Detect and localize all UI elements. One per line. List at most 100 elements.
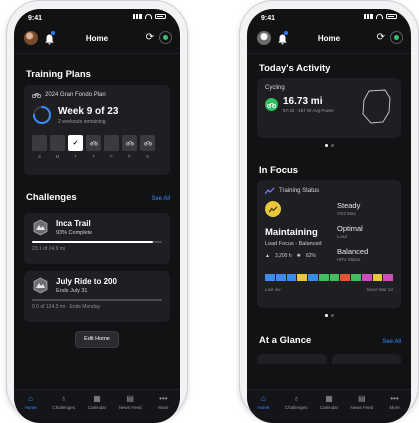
page-title: Home: [317, 34, 341, 43]
status-history-segment: [308, 274, 318, 281]
day-label: S: [145, 154, 149, 159]
day-workout-bike-icon: [122, 135, 137, 151]
challenge-header: Inca Trail 93% Complete: [32, 219, 162, 236]
training-metric: Optimal Load: [337, 224, 393, 239]
day-column[interactable]: F: [122, 135, 137, 159]
week-title: Week 9 of 23: [58, 105, 119, 117]
tab-news-feed[interactable]: ▤ News Feed: [348, 394, 376, 419]
header-divider: [14, 53, 180, 54]
metric-label: VO2 Max: [337, 211, 356, 216]
pager-dot[interactable]: [330, 144, 334, 147]
day-column[interactable]: M: [50, 135, 65, 159]
week-progress: Week 9 of 23 2 workouts remaining: [32, 105, 162, 125]
training-metric: Balanced HRV Status: [337, 247, 393, 262]
status-icons: [133, 14, 166, 19]
status-history-segment: [372, 274, 383, 281]
status-history-segment: [351, 274, 361, 281]
home-icon: ⌂: [260, 394, 266, 403]
tab-challenges[interactable]: ♁ Challenges: [50, 394, 78, 419]
tab-label: News Feed: [118, 405, 142, 410]
newsfeed-icon: ▤: [126, 394, 134, 403]
day-column[interactable]: ✓ T: [68, 135, 83, 159]
tab-news-feed[interactable]: ▤ News Feed: [116, 394, 144, 419]
screen-right: 9:41 Home ⟳ Today's Activity Cycling 16.…: [247, 9, 411, 423]
todays-activity-title: Today's Activity: [259, 63, 331, 74]
axis-right-label: Since Mar 24: [366, 287, 393, 292]
tab-calendar[interactable]: ▦ Calendar: [315, 394, 343, 419]
tab-challenges[interactable]: ♁ Challenges: [282, 394, 310, 419]
day-box: [50, 135, 65, 151]
training-status-card[interactable]: Training Status Maintaining Load Focus -…: [257, 180, 401, 308]
pager-dot-active[interactable]: [324, 314, 328, 317]
calendar-icon: ▦: [325, 394, 333, 403]
challenge-card[interactable]: July Ride to 200 Ends July 31 0.0 of 124.3…: [24, 271, 170, 322]
sync-icon[interactable]: ⟳: [377, 33, 385, 43]
activity-pager-dots: [247, 144, 411, 148]
stat-percent: 62%: [305, 253, 316, 259]
challenge-status: 93% Complete: [56, 230, 93, 236]
tab-label: Home: [257, 405, 270, 410]
at-a-glance-see-all-link[interactable]: See All: [382, 339, 401, 345]
activity-card[interactable]: Cycling 16.73 mi 57:42 · 167 W Avg Power: [257, 78, 401, 138]
day-column[interactable]: T: [86, 135, 101, 159]
page-title: Home: [85, 34, 109, 43]
challenges-see-all-link[interactable]: See All: [151, 196, 170, 202]
status-bar: 9:41: [14, 9, 180, 27]
training-metrics: Steady VO2 Max Optimal Load Balanced HRV Stat…: [331, 201, 393, 270]
plan-name: 2024 Gran Fondo Plan: [45, 92, 106, 98]
day-label: M: [55, 154, 60, 159]
signal-icon: [364, 14, 373, 19]
stat-hours: 3,200 h: [274, 253, 292, 259]
signal-icon: [133, 14, 142, 19]
wifi-icon: [376, 14, 383, 19]
tab-home[interactable]: ⌂ Home: [17, 394, 45, 419]
status-bar: 9:41: [247, 9, 411, 27]
tab-home[interactable]: ⌂ Home: [249, 394, 277, 419]
pager-dot[interactable]: [330, 314, 334, 317]
challenge-name: July Ride to 200: [56, 277, 117, 286]
challenge-meta: 23.1 of 24.9 mi: [32, 246, 66, 252]
activity-meta: 57:42 · 167 W Avg Power: [283, 108, 334, 113]
challenge-badge-icon: [33, 219, 48, 236]
day-label: S: [37, 154, 41, 159]
day-label: T: [92, 154, 95, 159]
glance-card[interactable]: [257, 354, 327, 364]
day-column[interactable]: S: [140, 135, 155, 159]
header-divider: [247, 53, 411, 54]
tab-label: Challenges: [52, 405, 76, 410]
sync-icon[interactable]: ⟳: [146, 33, 154, 43]
challenge-progress-fill: [32, 241, 153, 243]
day-workout-bike-icon: [140, 135, 155, 151]
load-focus: Load Focus - Balanced: [265, 241, 322, 247]
device-watch-icon[interactable]: [159, 31, 172, 44]
edit-home-button[interactable]: Edit Home: [75, 331, 119, 348]
day-column[interactable]: S: [32, 135, 47, 159]
tab-calendar[interactable]: ▦ Calendar: [83, 394, 111, 419]
status-history-segment: [361, 274, 372, 281]
day-check-icon: ✓: [68, 135, 83, 151]
metric-label: HRV Status: [337, 257, 361, 262]
tab-label: Home: [24, 405, 37, 410]
challenge-card[interactable]: Inca Trail 93% Complete 23.1 of 24.9 mi: [24, 213, 170, 264]
at-a-glance-header: At a Glance See All: [247, 335, 411, 349]
status-history-segment: [329, 274, 340, 281]
screen-left: 9:41 Home ⟳ Training Plans 2024 Gran Fon…: [14, 9, 180, 423]
glance-card[interactable]: [331, 354, 401, 364]
mountain-icon: ▲: [265, 253, 270, 259]
training-plan-card[interactable]: 2024 Gran Fondo Plan Week 9 of 23 2 work…: [24, 85, 170, 175]
focus-pager-dots: [247, 314, 411, 318]
status-history-segment: [318, 274, 329, 281]
pager-dot-active[interactable]: [324, 144, 328, 147]
day-workout-bike-icon: [86, 135, 101, 151]
tab-more[interactable]: ••• More: [149, 394, 177, 419]
day-column[interactable]: F: [104, 135, 119, 159]
tab-bar: ⌂ Home ♁ Challenges ▦ Calendar ▤ News Feed ••• Mo…: [247, 389, 411, 419]
device-watch-icon[interactable]: [390, 31, 403, 44]
app-header: Home ⟳: [247, 27, 411, 53]
tab-more[interactable]: ••• More: [381, 394, 409, 419]
in-focus-title: In Focus: [259, 165, 299, 176]
metric-label: Load: [337, 234, 348, 239]
newsfeed-icon: ▤: [358, 394, 366, 403]
status-history-strip: [265, 274, 393, 281]
challenge-meta: 0.0 of 124.3 mi · Ends Monday: [32, 304, 101, 310]
